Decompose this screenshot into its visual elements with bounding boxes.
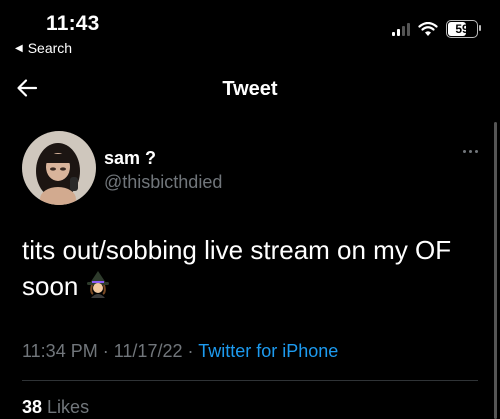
tweet-meta: 11:34 PM · 11/17/22 · Twitter for iPhone [22, 341, 338, 362]
tweet-time: 11:34 PM [22, 341, 98, 361]
back-to-search-link[interactable]: ◀ Search [15, 40, 72, 56]
tweet-text: tits out/sobbing live stream on my OF so… [22, 232, 472, 307]
user-handle[interactable]: @thisbicthdied [104, 172, 222, 193]
status-bar: 11:43 ◀ Search 59 [0, 0, 500, 62]
tweet-date: 11/17/22 [113, 341, 183, 361]
signal-icon [392, 22, 410, 36]
battery-icon: 59 [446, 20, 481, 38]
divider [22, 380, 478, 381]
more-options-icon[interactable] [463, 150, 478, 153]
scroll-indicator [494, 122, 497, 419]
likes-stat[interactable]: 38 Likes [22, 397, 89, 418]
navigation-header: Tweet [0, 62, 500, 118]
back-to-search-label: Search [27, 40, 73, 56]
avatar[interactable] [22, 131, 96, 205]
battery-level: 59 [455, 22, 469, 36]
display-name[interactable]: sam ? [104, 148, 156, 169]
likes-label: Likes [47, 397, 90, 417]
status-time: 11:43 [46, 12, 100, 35]
meta-separator: · [102, 341, 109, 361]
wifi-icon [418, 21, 438, 36]
likes-count: 38 [22, 397, 43, 417]
witch-emoji-icon [84, 270, 112, 307]
system-icons: 59 [392, 20, 481, 38]
tweet-source-link[interactable]: Twitter for iPhone [198, 341, 338, 361]
page-title: Tweet [222, 78, 278, 100]
meta-separator: · [187, 341, 194, 361]
back-triangle-icon: ◀ [15, 42, 23, 54]
